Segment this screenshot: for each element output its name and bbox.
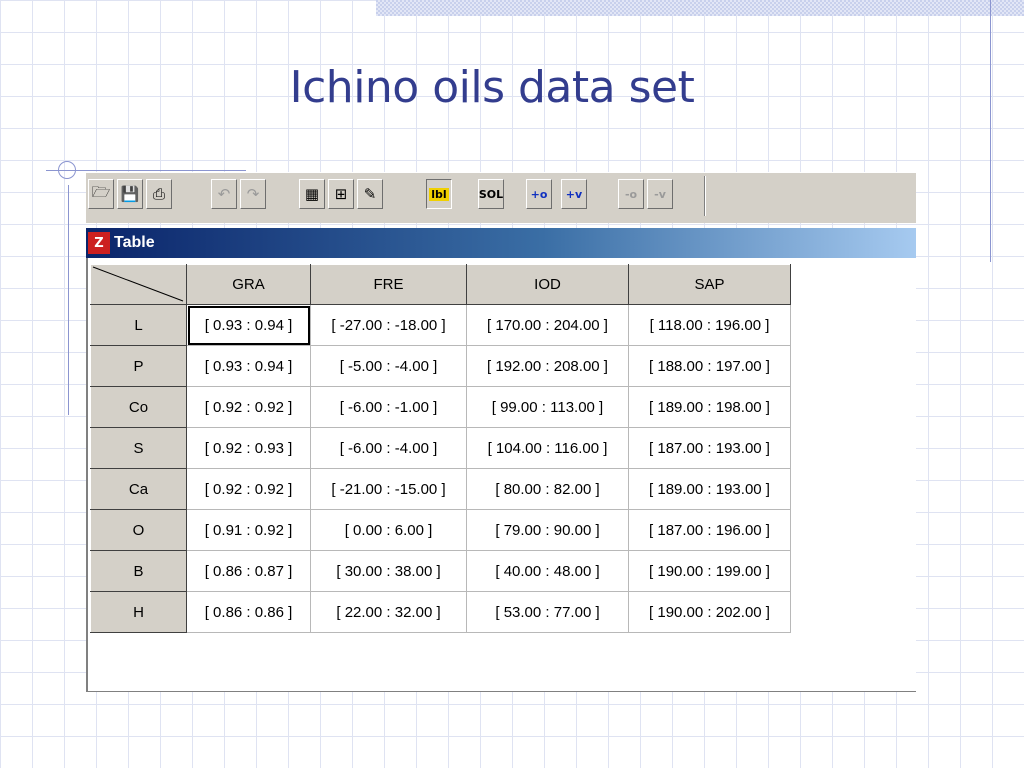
table-row: L[ 0.93 : 0.94 ][ -27.00 : -18.00 ][ 170… — [90, 304, 791, 346]
table-cell[interactable]: [ -21.00 : -15.00 ] — [310, 468, 467, 510]
diagonal-line-icon — [92, 266, 184, 302]
table-cell[interactable]: [ 190.00 : 199.00 ] — [628, 550, 791, 592]
table-cell[interactable]: [ 30.00 : 38.00 ] — [310, 550, 467, 592]
window-title: Table — [114, 234, 155, 251]
table-cell[interactable]: [ -6.00 : -4.00 ] — [310, 427, 467, 469]
table-cell[interactable]: [ 22.00 : 32.00 ] — [310, 591, 467, 633]
column-header[interactable]: FRE — [310, 264, 467, 305]
open-folder-button[interactable]: 🗁 — [88, 179, 114, 209]
toolbar-button-group: 🗁 💾 ⎙ ↶ ↷ ▦ ⊞ ✎ lbl SOL +o +v -o -v — [86, 176, 705, 216]
table-cell[interactable]: [ -6.00 : -1.00 ] — [310, 386, 467, 428]
application-window: 🗁 💾 ⎙ ↶ ↷ ▦ ⊞ ✎ lbl SOL +o +v -o -v Z Table GRA FRE IOD… — [86, 172, 916, 692]
table-row: B[ 0.86 : 0.87 ][ 30.00 : 38.00 ][ 40.00… — [90, 550, 791, 592]
row-header[interactable]: B — [90, 550, 187, 592]
table-row: O[ 0.91 : 0.92 ][ 0.00 : 6.00 ][ 79.00 :… — [90, 509, 791, 551]
decorative-right-rule — [990, 0, 991, 262]
grid-icon: ⊞ — [334, 185, 348, 203]
table-row: S[ 0.92 : 0.93 ][ -6.00 : -4.00 ][ 104.0… — [90, 427, 791, 469]
row-header[interactable]: O — [90, 509, 187, 551]
redo-icon: ↷ — [246, 185, 260, 203]
decorative-horizontal-rule — [46, 170, 246, 171]
column-header[interactable]: GRA — [186, 264, 311, 305]
table-cell[interactable]: [ 0.86 : 0.86 ] — [186, 591, 311, 633]
table-row: Ca[ 0.92 : 0.92 ][ -21.00 : -15.00 ][ 80… — [90, 468, 791, 510]
table-row: P[ 0.93 : 0.94 ][ -5.00 : -4.00 ][ 192.0… — [90, 345, 791, 387]
table-cell[interactable]: [ 80.00 : 82.00 ] — [466, 468, 629, 510]
table-cell[interactable]: [ 79.00 : 90.00 ] — [466, 509, 629, 551]
table-cell[interactable]: [ 104.00 : 116.00 ] — [466, 427, 629, 469]
undo-button[interactable]: ↶ — [211, 179, 237, 209]
print-button[interactable]: ⎙ — [146, 179, 172, 209]
table-cell[interactable]: [ -27.00 : -18.00 ] — [310, 304, 467, 346]
redo-button[interactable]: ↷ — [240, 179, 266, 209]
remove-variable-button[interactable]: -v — [647, 179, 673, 209]
table-row: Co[ 0.92 : 0.92 ][ -6.00 : -1.00 ][ 99.0… — [90, 386, 791, 428]
add-object-button[interactable]: +o — [526, 179, 552, 209]
table-cell[interactable]: [ 0.86 : 0.87 ] — [186, 550, 311, 592]
slide-title: Ichino oils data set — [289, 62, 695, 113]
table-cell[interactable]: [ 0.92 : 0.93 ] — [186, 427, 311, 469]
sol-button[interactable]: SOL — [478, 179, 504, 209]
undo-icon: ↶ — [217, 185, 231, 203]
remove-object-icon: -o — [624, 187, 638, 201]
column-header[interactable]: IOD — [466, 264, 629, 305]
table-cell[interactable]: [ 170.00 : 204.00 ] — [466, 304, 629, 346]
print-icon: ⎙ — [152, 185, 165, 203]
zs-app-icon: Z — [88, 232, 110, 254]
toolbar: 🗁 💾 ⎙ ↶ ↷ ▦ ⊞ ✎ lbl SOL +o +v -o -v — [86, 172, 916, 223]
table-row: H[ 0.86 : 0.86 ][ 22.00 : 32.00 ][ 53.00… — [90, 591, 791, 633]
table-cell[interactable]: [ 188.00 : 197.00 ] — [628, 345, 791, 387]
table-cell[interactable]: [ 99.00 : 113.00 ] — [466, 386, 629, 428]
add-object-icon: +o — [530, 187, 548, 201]
remove-object-button[interactable]: -o — [618, 179, 644, 209]
row-header[interactable]: L — [90, 304, 187, 346]
table-cell[interactable]: [ 189.00 : 198.00 ] — [628, 386, 791, 428]
row-header[interactable]: Co — [90, 386, 187, 428]
table-button[interactable]: ▦ — [299, 179, 325, 209]
label-button[interactable]: lbl — [426, 179, 452, 209]
remove-variable-icon: -v — [654, 187, 666, 201]
chart-icon: ✎ — [363, 185, 377, 203]
row-header[interactable]: P — [90, 345, 187, 387]
add-variable-icon: +v — [565, 187, 583, 201]
table-cell[interactable]: [ 187.00 : 193.00 ] — [628, 427, 791, 469]
save-icon: 💾 — [120, 185, 140, 203]
label-icon: lbl — [429, 187, 449, 201]
table-header-row: GRA FRE IOD SAP — [90, 264, 791, 305]
table-cell[interactable]: [ 190.00 : 202.00 ] — [628, 591, 791, 633]
table-cell[interactable]: [ 0.92 : 0.92 ] — [186, 468, 311, 510]
row-header[interactable]: S — [90, 427, 187, 469]
table-cell[interactable]: [ 0.92 : 0.92 ] — [186, 386, 311, 428]
open-folder-icon: 🗁 — [91, 182, 111, 201]
table-corner-cell — [90, 264, 187, 305]
decorative-top-band — [376, 0, 1024, 16]
add-variable-button[interactable]: +v — [561, 179, 587, 209]
table-cell[interactable]: [ 40.00 : 48.00 ] — [466, 550, 629, 592]
window-titlebar[interactable]: Z Table — [86, 228, 916, 258]
decorative-circle-icon — [58, 161, 76, 179]
table-cell[interactable]: [ 0.93 : 0.94 ] — [186, 304, 311, 346]
table-cell[interactable]: [ 187.00 : 196.00 ] — [628, 509, 791, 551]
table-cell[interactable]: [ 189.00 : 193.00 ] — [628, 468, 791, 510]
sol-icon: SOL — [478, 187, 504, 201]
row-header[interactable]: Ca — [90, 468, 187, 510]
save-button[interactable]: 💾 — [117, 179, 143, 209]
table-cell[interactable]: [ 118.00 : 196.00 ] — [628, 304, 791, 346]
table-cell[interactable]: [ 0.00 : 6.00 ] — [310, 509, 467, 551]
row-header[interactable]: H — [90, 591, 187, 633]
chart-button[interactable]: ✎ — [357, 179, 383, 209]
grid-button[interactable]: ⊞ — [328, 179, 354, 209]
table-cell[interactable]: [ 0.91 : 0.92 ] — [186, 509, 311, 551]
column-header[interactable]: SAP — [628, 264, 791, 305]
table-cell[interactable]: [ 192.00 : 208.00 ] — [466, 345, 629, 387]
data-table: GRA FRE IOD SAP L[ 0.93 : 0.94 ][ -27.00 : … — [90, 264, 791, 633]
table-cell[interactable]: [ 53.00 : 77.00 ] — [466, 591, 629, 633]
table-cell[interactable]: [ 0.93 : 0.94 ] — [186, 345, 311, 387]
table-cell[interactable]: [ -5.00 : -4.00 ] — [310, 345, 467, 387]
decorative-left-rule — [68, 185, 69, 415]
table-icon: ▦ — [304, 185, 320, 203]
table-view: GRA FRE IOD SAP L[ 0.93 : 0.94 ][ -27.00 : … — [86, 258, 916, 692]
